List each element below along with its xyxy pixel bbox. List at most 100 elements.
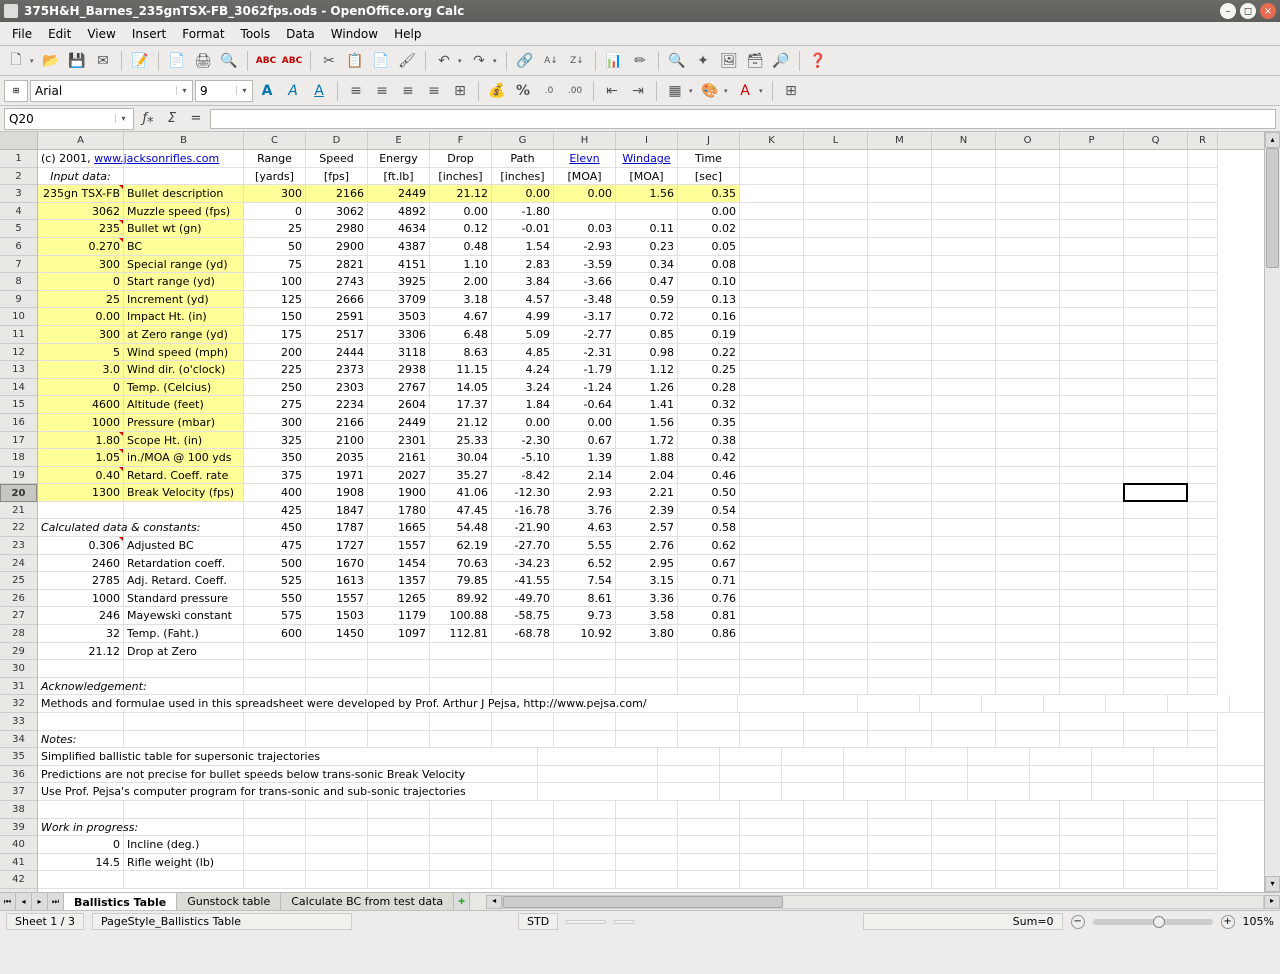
column-header-R[interactable]: R <box>1188 132 1218 149</box>
name-box[interactable]: ▾ <box>4 108 134 130</box>
hscroll-track[interactable] <box>502 895 1264 909</box>
column-header-P[interactable]: P <box>1060 132 1124 149</box>
column-header-I[interactable]: I <box>616 132 678 149</box>
horizontal-scrollbar[interactable]: ◂ ▸ <box>486 893 1280 910</box>
row-header-20[interactable]: 20 <box>0 484 37 502</box>
hyperlink-button[interactable]: 🔗 <box>513 49 537 73</box>
formula-input[interactable] <box>210 109 1276 129</box>
number-format-button[interactable]: .0 <box>537 79 561 103</box>
add-decimal-button[interactable]: .00 <box>563 79 587 103</box>
row-header-39[interactable]: 39 <box>0 819 37 837</box>
email-button[interactable]: ✉ <box>91 49 115 73</box>
merge-cells-button[interactable]: ⊞ <box>448 79 472 103</box>
tab-nav-last[interactable]: ⏭ <box>48 893 64 910</box>
name-box-dropdown-icon[interactable]: ▾ <box>115 114 131 123</box>
row-header-9[interactable]: 9 <box>0 291 37 309</box>
row-header-4[interactable]: 4 <box>0 203 37 221</box>
row-header-18[interactable]: 18 <box>0 449 37 467</box>
print-button[interactable]: 🖨 <box>191 49 215 73</box>
close-button[interactable]: × <box>1260 3 1276 19</box>
borders-button[interactable]: ▦ <box>663 79 687 103</box>
increase-indent-button[interactable]: ⇥ <box>626 79 650 103</box>
zoom-in-button[interactable]: + <box>1221 915 1235 929</box>
column-header-D[interactable]: D <box>306 132 368 149</box>
sort-asc-button[interactable]: A↓ <box>539 49 563 73</box>
column-header-K[interactable]: K <box>740 132 804 149</box>
column-header-B[interactable]: B <box>124 132 244 149</box>
print-preview-button[interactable]: 🔍 <box>217 49 241 73</box>
align-right-button[interactable]: ≡ <box>396 79 420 103</box>
row-header-11[interactable]: 11 <box>0 326 37 344</box>
gallery-button[interactable]: 🖼 <box>717 49 741 73</box>
redo-dropdown[interactable]: ▾ <box>493 57 500 65</box>
row-header-13[interactable]: 13 <box>0 361 37 379</box>
zoom-slider[interactable] <box>1093 919 1213 925</box>
show-draw-button[interactable]: ✏ <box>628 49 652 73</box>
column-header-L[interactable]: L <box>804 132 868 149</box>
currency-button[interactable]: 💰 <box>485 79 509 103</box>
row-header-8[interactable]: 8 <box>0 273 37 291</box>
row-header-15[interactable]: 15 <box>0 396 37 414</box>
edit-file-button[interactable]: 📝 <box>128 49 152 73</box>
redo-button[interactable]: ↷ <box>467 49 491 73</box>
chart-button[interactable]: 📊 <box>602 49 626 73</box>
row-header-21[interactable]: 21 <box>0 502 37 520</box>
maximize-button[interactable]: ◻ <box>1240 3 1256 19</box>
menu-data[interactable]: Data <box>278 24 323 44</box>
selection-mode-indicator[interactable] <box>566 920 606 924</box>
column-header-F[interactable]: F <box>430 132 492 149</box>
page-style-indicator[interactable]: PageStyle_Ballistics Table <box>92 913 352 930</box>
row-header-24[interactable]: 24 <box>0 555 37 573</box>
column-header-E[interactable]: E <box>368 132 430 149</box>
row-header-12[interactable]: 12 <box>0 344 37 362</box>
menu-edit[interactable]: Edit <box>40 24 79 44</box>
menu-tools[interactable]: Tools <box>233 24 279 44</box>
bold-button[interactable]: A <box>255 79 279 103</box>
bg-color-button[interactable]: 🎨 <box>698 79 722 103</box>
row-header-1[interactable]: 1 <box>0 150 37 168</box>
new-button[interactable]: 🗋 <box>4 49 28 73</box>
menu-help[interactable]: Help <box>386 24 429 44</box>
borders-dropdown[interactable]: ▾ <box>689 87 696 95</box>
font-size-input[interactable] <box>196 81 236 101</box>
menu-format[interactable]: Format <box>174 24 232 44</box>
font-size-combo[interactable]: ▾ <box>195 80 253 102</box>
undo-button[interactable]: ↶ <box>432 49 456 73</box>
row-header-41[interactable]: 41 <box>0 854 37 872</box>
align-justify-button[interactable]: ≡ <box>422 79 446 103</box>
sum-indicator[interactable]: Sum=0 <box>863 913 1063 930</box>
percent-button[interactable]: % <box>511 79 535 103</box>
tab-nav-prev[interactable]: ◂ <box>16 893 32 910</box>
row-header-17[interactable]: 17 <box>0 432 37 450</box>
row-header-25[interactable]: 25 <box>0 572 37 590</box>
row-header-33[interactable]: 33 <box>0 713 37 731</box>
row-header-35[interactable]: 35 <box>0 748 37 766</box>
menu-insert[interactable]: Insert <box>124 24 174 44</box>
row-header-7[interactable]: 7 <box>0 256 37 274</box>
open-button[interactable]: 📂 <box>39 49 63 73</box>
row-header-29[interactable]: 29 <box>0 643 37 661</box>
row-header-26[interactable]: 26 <box>0 590 37 608</box>
export-pdf-button[interactable]: 📄 <box>165 49 189 73</box>
scroll-up-button[interactable]: ▴ <box>1265 132 1280 148</box>
cells-area[interactable]: (c) 2001, www.jacksonrifles.comRangeSpee… <box>38 150 1264 889</box>
row-header-23[interactable]: 23 <box>0 537 37 555</box>
zoom-out-button[interactable]: − <box>1071 915 1085 929</box>
row-header-38[interactable]: 38 <box>0 801 37 819</box>
zoom-slider-knob[interactable] <box>1153 916 1165 928</box>
hscroll-thumb[interactable] <box>503 896 783 908</box>
menu-window[interactable]: Window <box>323 24 386 44</box>
column-header-G[interactable]: G <box>492 132 554 149</box>
align-left-button[interactable]: ≡ <box>344 79 368 103</box>
column-header-A[interactable]: A <box>38 132 124 149</box>
row-header-3[interactable]: 3 <box>0 185 37 203</box>
decrease-indent-button[interactable]: ⇤ <box>600 79 624 103</box>
scroll-track[interactable] <box>1265 148 1280 876</box>
alignment-button[interactable]: ⊞ <box>779 79 803 103</box>
row-header-27[interactable]: 27 <box>0 607 37 625</box>
menu-file[interactable]: File <box>4 24 40 44</box>
save-button[interactable]: 💾 <box>65 49 89 73</box>
copy-button[interactable]: 📋 <box>343 49 367 73</box>
column-header-C[interactable]: C <box>244 132 306 149</box>
font-name-dropdown-icon[interactable]: ▾ <box>176 86 192 95</box>
